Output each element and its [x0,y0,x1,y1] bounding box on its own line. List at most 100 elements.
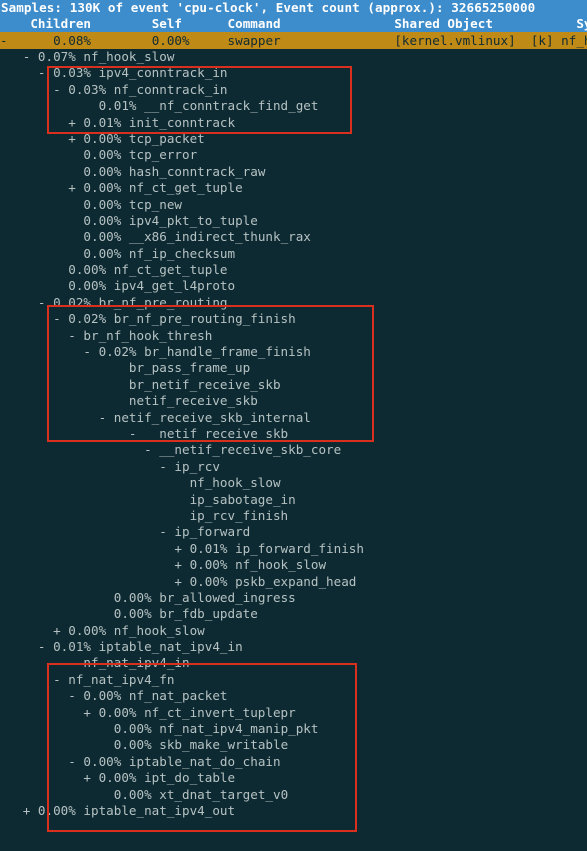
header-spacer [91,16,152,31]
callgraph-row[interactable]: - __netif_receive_skb_core [0,442,587,458]
callgraph-row[interactable]: + 0.00% pskb_expand_head [0,574,587,590]
row-spacer [281,33,395,48]
collapse-sign[interactable]: - [53,82,68,97]
collapse-sign[interactable]: - [68,328,83,343]
callgraph-row[interactable]: - 0.00% iptable_nat_do_chain [0,754,587,770]
callgraph-row[interactable]: ip_sabotage_in [0,492,587,508]
collapse-sign[interactable]: - [159,459,174,474]
collapse-sign[interactable]: - [68,754,83,769]
expand-sign[interactable]: + [174,574,189,589]
collapse-sign[interactable]: - [99,410,114,425]
collapse-sign[interactable]: - [53,311,68,326]
callgraph-percent: 0.02% [53,294,99,310]
callgraph-row[interactable]: - 0.02% br_nf_pre_routing_finish [0,311,587,327]
collapse-sign[interactable]: - [38,295,53,310]
collapse-sign[interactable]: - [23,49,38,64]
collapse-sign[interactable]: - [83,344,98,359]
callgraph-row[interactable]: + 0.00% nf_hook_slow [0,557,587,573]
collapse-sign[interactable]: - [68,688,83,703]
callgraph-row[interactable]: - 0.00% nf_nat_packet [0,688,587,704]
callgraph-row[interactable]: - br_nf_hook_thresh [0,328,587,344]
collapse-sign[interactable]: - [53,672,68,687]
callgraph-row[interactable]: + 0.00% tcp_packet [0,131,587,147]
callgraph-row[interactable]: 0.00% nf_ip_checksum [0,246,587,262]
callgraph-row[interactable]: - __netif_receive_skb [0,426,587,442]
no-sign [68,213,83,228]
callgraph-symbol: nf_nat_ipv4_manip_pkt [159,721,319,737]
expand-sign[interactable]: + [68,115,83,130]
callgraph-symbol: ip_rcv [174,458,220,474]
callgraph-row[interactable]: - 0.02% br_handle_frame_finish [0,344,587,360]
callgraph-row[interactable]: 0.00% tcp_new [0,197,587,213]
expand-collapse-sign[interactable]: - [0,33,8,48]
callgraph-row[interactable]: + 0.00% ipt_do_table [0,770,587,786]
callgraph-row[interactable]: nf_nat_ipv4_in [0,655,587,671]
callgraph-row[interactable]: - netif_receive_skb_internal [0,410,587,426]
callgraph-row[interactable]: - ip_forward [0,524,587,540]
collapse-sign[interactable]: - [144,442,159,457]
callgraph-row[interactable]: + 0.00% nf_ct_invert_tuplepr [0,705,587,721]
callgraph-row[interactable]: + 0.01% init_conntrack [0,115,587,131]
callgraph-symbol: ip_forward [174,524,251,540]
callgraph-row[interactable]: 0.00% tcp_error [0,147,587,163]
expand-sign[interactable]: + [23,803,38,818]
callgraph-row[interactable]: netif_receive_skb [0,393,587,409]
callgraph-row[interactable]: - ip_rcv [0,459,587,475]
collapse-sign[interactable]: - [129,426,144,441]
callgraph-row[interactable]: 0.00% ipv4_get_l4proto [0,278,587,294]
expand-sign[interactable]: + [83,770,98,785]
callgraph-row[interactable]: br_pass_frame_up [0,360,587,376]
callgraph-row[interactable]: - nf_nat_ipv4_fn [0,672,587,688]
callgraph-symbol: br_nf_hook_thresh [83,327,213,343]
callgraph-percent: 0.00% [83,753,129,769]
callgraph-row[interactable]: + 0.00% nf_ct_get_tuple [0,180,587,196]
callgraph-row[interactable]: 0.00% br_fdb_update [0,606,587,622]
callgraph-row[interactable]: 0.00% nf_ct_get_tuple [0,262,587,278]
expand-sign[interactable]: + [68,180,83,195]
callgraph-row[interactable]: 0.01% __nf_conntrack_find_get [0,98,587,114]
collapse-sign[interactable]: - [159,524,174,539]
callgraph-row[interactable]: 0.00% br_allowed_ingress [0,590,587,606]
expand-sign[interactable]: + [53,623,68,638]
callgraph-row[interactable]: - 0.02% br_nf_pre_routing [0,295,587,311]
callgraph-row[interactable]: + 0.01% ip_forward_finish [0,541,587,557]
callgraph-row[interactable]: 0.00% skb_make_writable [0,737,587,753]
callgraph-row[interactable]: nf_hook_slow [0,475,587,491]
callgraph-symbol: __x86_indirect_thunk_rax [128,229,311,245]
no-sign [68,655,83,670]
callgraph-row[interactable]: + 0.00% iptable_nat_ipv4_out [0,803,587,819]
callgraph-percent: 0.00% [113,721,160,737]
callgraph-row[interactable]: - 0.01% iptable_nat_ipv4_in [0,639,587,655]
callgraph-row[interactable]: + 0.00% nf_hook_slow [0,623,587,639]
callgraph-row[interactable]: 0.00% hash_conntrack_raw [0,164,587,180]
selected-entry-row[interactable]: - 0.08% 0.00% swapper [kernel.vmlinux] [… [0,32,587,49]
callgraph-symbol: br_allowed_ingress [159,589,296,605]
collapse-sign[interactable]: - [38,65,53,80]
callgraph-row[interactable]: 0.00% nf_nat_ipv4_manip_pkt [0,721,587,737]
callgraph-row[interactable]: ip_rcv_finish [0,508,587,524]
expand-sign[interactable]: + [174,541,189,556]
expand-sign[interactable]: + [174,557,189,572]
callgraph-symbol: nf_hook_slow [189,475,281,491]
callgraph-row[interactable]: - 0.07% nf_hook_slow [0,49,587,65]
callgraph-row[interactable]: 0.00% ipv4_pkt_to_tuple [0,213,587,229]
expand-sign[interactable]: + [83,705,98,720]
callgraph-row[interactable]: br_netif_receive_skb [0,377,587,393]
callgraph-row[interactable]: - 0.03% nf_conntrack_in [0,82,587,98]
callgraph-row[interactable]: 0.00% __x86_indirect_thunk_rax [0,229,587,245]
callgraph-row[interactable]: 0.00% xt_dnat_target_v0 [0,787,587,803]
callgraph-row[interactable]: - 0.03% ipv4_conntrack_in [0,65,587,81]
collapse-sign[interactable]: - [38,639,53,654]
expand-sign[interactable]: + [68,131,83,146]
